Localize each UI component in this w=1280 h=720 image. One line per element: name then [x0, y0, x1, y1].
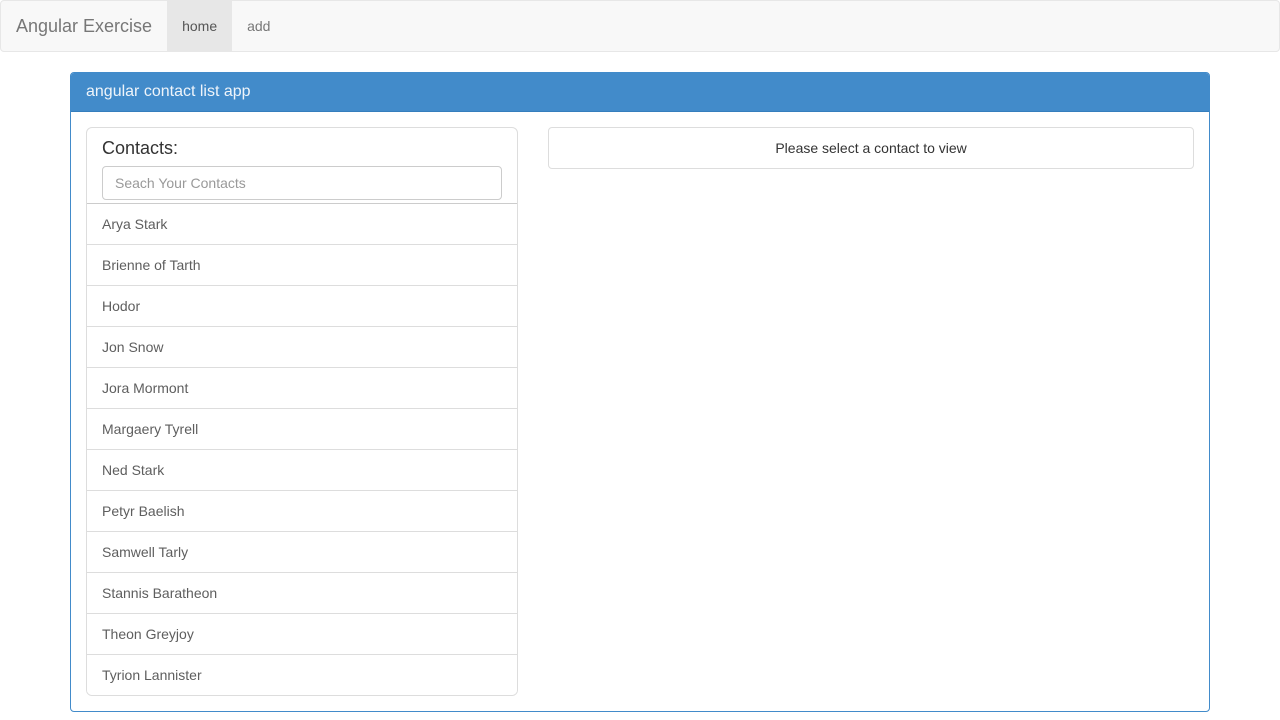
- list-item[interactable]: Petyr Baelish: [87, 490, 517, 531]
- contacts-header: Contacts:: [87, 128, 517, 166]
- detail-column: Please select a contact to view: [548, 127, 1194, 169]
- search-wrap: [87, 166, 517, 200]
- nav-item-add[interactable]: add: [232, 1, 285, 51]
- contacts-column: Contacts: Arya Stark Brienne of Tarth Ho…: [86, 127, 518, 696]
- list-item[interactable]: Samwell Tarly: [87, 531, 517, 572]
- list-item[interactable]: Tyrion Lannister: [87, 654, 517, 695]
- list-item[interactable]: Theon Greyjoy: [87, 613, 517, 654]
- list-item[interactable]: Jon Snow: [87, 326, 517, 367]
- main-panel: angular contact list app Contacts: Arya …: [70, 72, 1210, 712]
- panel-heading: angular contact list app: [71, 73, 1209, 112]
- search-input[interactable]: [102, 166, 502, 200]
- list-item[interactable]: Jora Mormont: [87, 367, 517, 408]
- list-item[interactable]: Brienne of Tarth: [87, 244, 517, 285]
- navbar: Angular Exercise home add: [0, 0, 1280, 52]
- panel-body: Contacts: Arya Stark Brienne of Tarth Ho…: [71, 112, 1209, 711]
- nav-item-home[interactable]: home: [167, 1, 232, 51]
- list-item[interactable]: Ned Stark: [87, 449, 517, 490]
- navbar-brand[interactable]: Angular Exercise: [1, 1, 167, 51]
- list-item[interactable]: Hodor: [87, 285, 517, 326]
- list-item[interactable]: Stannis Baratheon: [87, 572, 517, 613]
- contacts-list-group: Contacts: Arya Stark Brienne of Tarth Ho…: [86, 127, 518, 696]
- main-container: angular contact list app Contacts: Arya …: [55, 72, 1225, 712]
- list-item[interactable]: Margaery Tyrell: [87, 408, 517, 449]
- detail-placeholder: Please select a contact to view: [548, 127, 1194, 169]
- contacts-list: Arya Stark Brienne of Tarth Hodor Jon Sn…: [87, 203, 517, 695]
- list-item[interactable]: Arya Stark: [87, 204, 517, 244]
